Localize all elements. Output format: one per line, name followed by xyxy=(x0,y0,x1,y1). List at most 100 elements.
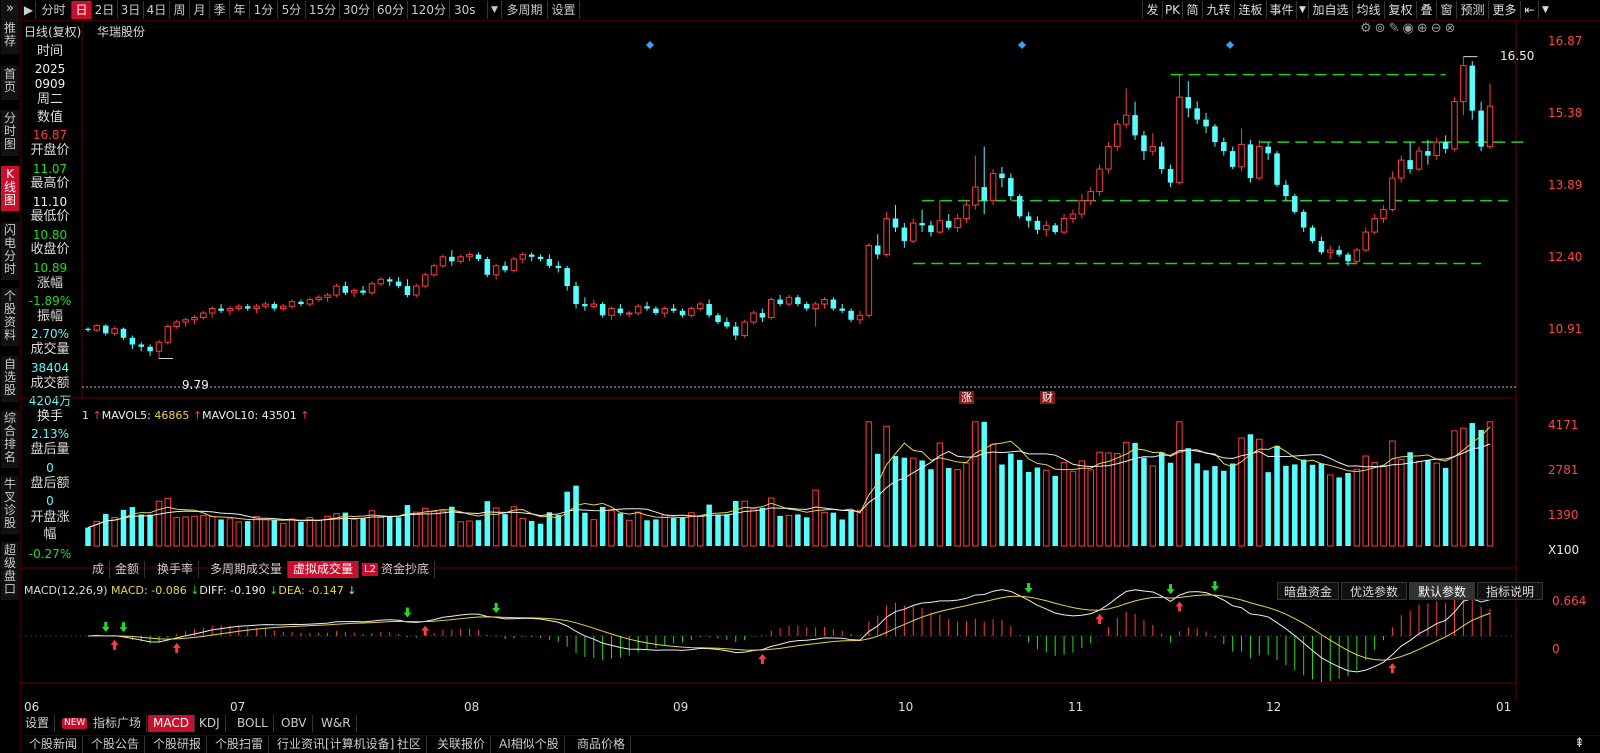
candle-body xyxy=(377,278,385,285)
volume-bar xyxy=(653,519,659,546)
indicator-kdj[interactable]: KDJ xyxy=(194,715,226,732)
volume-bar xyxy=(1336,477,1342,546)
candle-body xyxy=(919,223,925,226)
news-tabs: 个股新闻 个股公告 个股研报 个股扫雷 行业资讯[计算机设备] 社区 关联报价 … xyxy=(20,735,1600,753)
candle-body xyxy=(1034,220,1041,230)
volume-bar xyxy=(1398,458,1405,547)
volume-bar xyxy=(218,519,224,546)
volume-bar xyxy=(582,512,588,546)
candle-body xyxy=(1309,227,1316,242)
news-research[interactable]: 个股研报 xyxy=(148,736,208,753)
volume-bar xyxy=(85,527,91,546)
volume-bar xyxy=(439,510,447,547)
volume-bar xyxy=(697,515,704,547)
volume-bar xyxy=(102,513,109,546)
news-community[interactable]: 社区 xyxy=(392,736,428,753)
kline-chart[interactable] xyxy=(0,0,1600,752)
candle-body xyxy=(989,173,997,202)
vol-tab-multi[interactable]: 多周期成交量 xyxy=(205,561,289,578)
indicator-obv[interactable]: OBV xyxy=(276,715,313,732)
indicator-macd[interactable]: MACD xyxy=(148,715,195,732)
news-minesweep[interactable]: 个股扫雷 xyxy=(210,736,270,753)
volume-bar xyxy=(244,521,251,546)
event-diamond-marker xyxy=(1226,41,1234,49)
volume-bar xyxy=(795,514,801,546)
default-params-button[interactable]: 默认参数 xyxy=(1409,582,1475,600)
candle-body xyxy=(1122,114,1130,125)
news-industry[interactable]: 行业资讯[计算机设备] xyxy=(272,736,401,753)
indicator-boll[interactable]: BOLL xyxy=(232,715,274,732)
event-diamond-marker xyxy=(646,41,654,49)
month-09: 09 xyxy=(673,700,689,714)
candle-body xyxy=(1069,213,1077,220)
volume-bar xyxy=(1052,475,1058,546)
candle-body xyxy=(519,254,527,260)
news-announcements[interactable]: 个股公告 xyxy=(86,736,146,753)
volume-bar xyxy=(546,512,553,546)
volume-bar xyxy=(360,518,366,546)
news-ai-similar[interactable]: AI相似个股 xyxy=(494,736,565,753)
candle-body xyxy=(502,265,508,271)
candle-body xyxy=(644,306,650,309)
candle-body xyxy=(1008,178,1014,197)
candle-body xyxy=(413,285,420,296)
candle-body xyxy=(688,308,695,316)
volume-bar xyxy=(688,512,695,547)
news-stock-news[interactable]: 个股新闻 xyxy=(24,736,84,753)
diff-value: -0.190 xyxy=(230,584,266,597)
indicator-square[interactable]: 指标广场 xyxy=(88,715,148,732)
vol-tab-turnover[interactable]: 换手率 xyxy=(152,561,200,578)
up-arrow-icon: ↑ xyxy=(92,409,102,422)
vol-tab-amount[interactable]: 金额 xyxy=(110,561,146,578)
volume-bar xyxy=(235,521,243,547)
down-arrow-icon: ↓ xyxy=(347,584,357,597)
volume-bar xyxy=(182,516,189,547)
vol-tab-volume[interactable]: 成交量 xyxy=(80,561,110,578)
volume-bar xyxy=(386,516,393,546)
indicator-settings[interactable]: 设置 xyxy=(20,715,56,732)
candle-body xyxy=(1451,101,1458,150)
volume-bar xyxy=(129,507,136,546)
candle-body xyxy=(821,299,828,305)
month-07: 07 xyxy=(230,700,246,714)
volume-axis-low: 1390 xyxy=(1548,508,1579,522)
volume-bar xyxy=(1008,453,1014,546)
volume-bar xyxy=(1194,463,1200,546)
news-related-quotes[interactable]: 关联报价 xyxy=(432,736,492,753)
indicator-help-button[interactable]: 指标说明 xyxy=(1477,582,1543,600)
candle-body xyxy=(306,299,314,305)
news-commodity[interactable]: 商品价格 xyxy=(572,736,632,753)
candle-body xyxy=(404,286,411,296)
cai-marker[interactable]: 财 xyxy=(1040,391,1055,404)
candle-body xyxy=(191,317,198,321)
mavol5-value: 46865 xyxy=(154,409,190,422)
candle-body xyxy=(271,304,278,309)
volume-bar xyxy=(279,522,287,547)
down-arrow-icon: ↓ xyxy=(269,584,279,597)
scroll-top-icon[interactable]: ⇞ xyxy=(1574,736,1585,751)
zhang-marker[interactable]: 涨 xyxy=(959,391,974,404)
volume-bar xyxy=(147,514,153,546)
volume-bar xyxy=(1415,460,1423,547)
candle-body xyxy=(1238,143,1245,168)
indicator-wr[interactable]: W&R xyxy=(316,715,357,732)
indicator-tabs: 设置 NEW 指标广场 MACD KDJ BOLL OBV W&R xyxy=(20,715,420,732)
vol-tab-fund-bottom[interactable]: 资金抄底 xyxy=(376,561,436,578)
volume-tabs: 成交量 金额 换手率 多周期成交量 虚拟成交量 L2 资金抄底 xyxy=(80,561,480,578)
candle-body xyxy=(1283,184,1289,197)
volume-bar xyxy=(634,511,642,547)
candle-body xyxy=(1087,191,1094,202)
price-axis-15.38: 15.38 xyxy=(1548,106,1583,120)
volume-bar xyxy=(1229,463,1236,546)
candle-body xyxy=(759,313,766,318)
dark-pool-button[interactable]: 暗盘资金 xyxy=(1277,582,1339,600)
optimal-params-button[interactable]: 优选参数 xyxy=(1341,582,1407,600)
volume-bar xyxy=(972,421,979,547)
candle-body xyxy=(457,256,464,262)
volume-bar xyxy=(1292,464,1298,546)
candle-body xyxy=(129,337,136,345)
vol-tab-virtual[interactable]: 虚拟成交量 xyxy=(288,561,360,578)
candle-body xyxy=(706,304,712,316)
candle-body xyxy=(1212,126,1218,143)
candle-body xyxy=(1318,241,1325,253)
